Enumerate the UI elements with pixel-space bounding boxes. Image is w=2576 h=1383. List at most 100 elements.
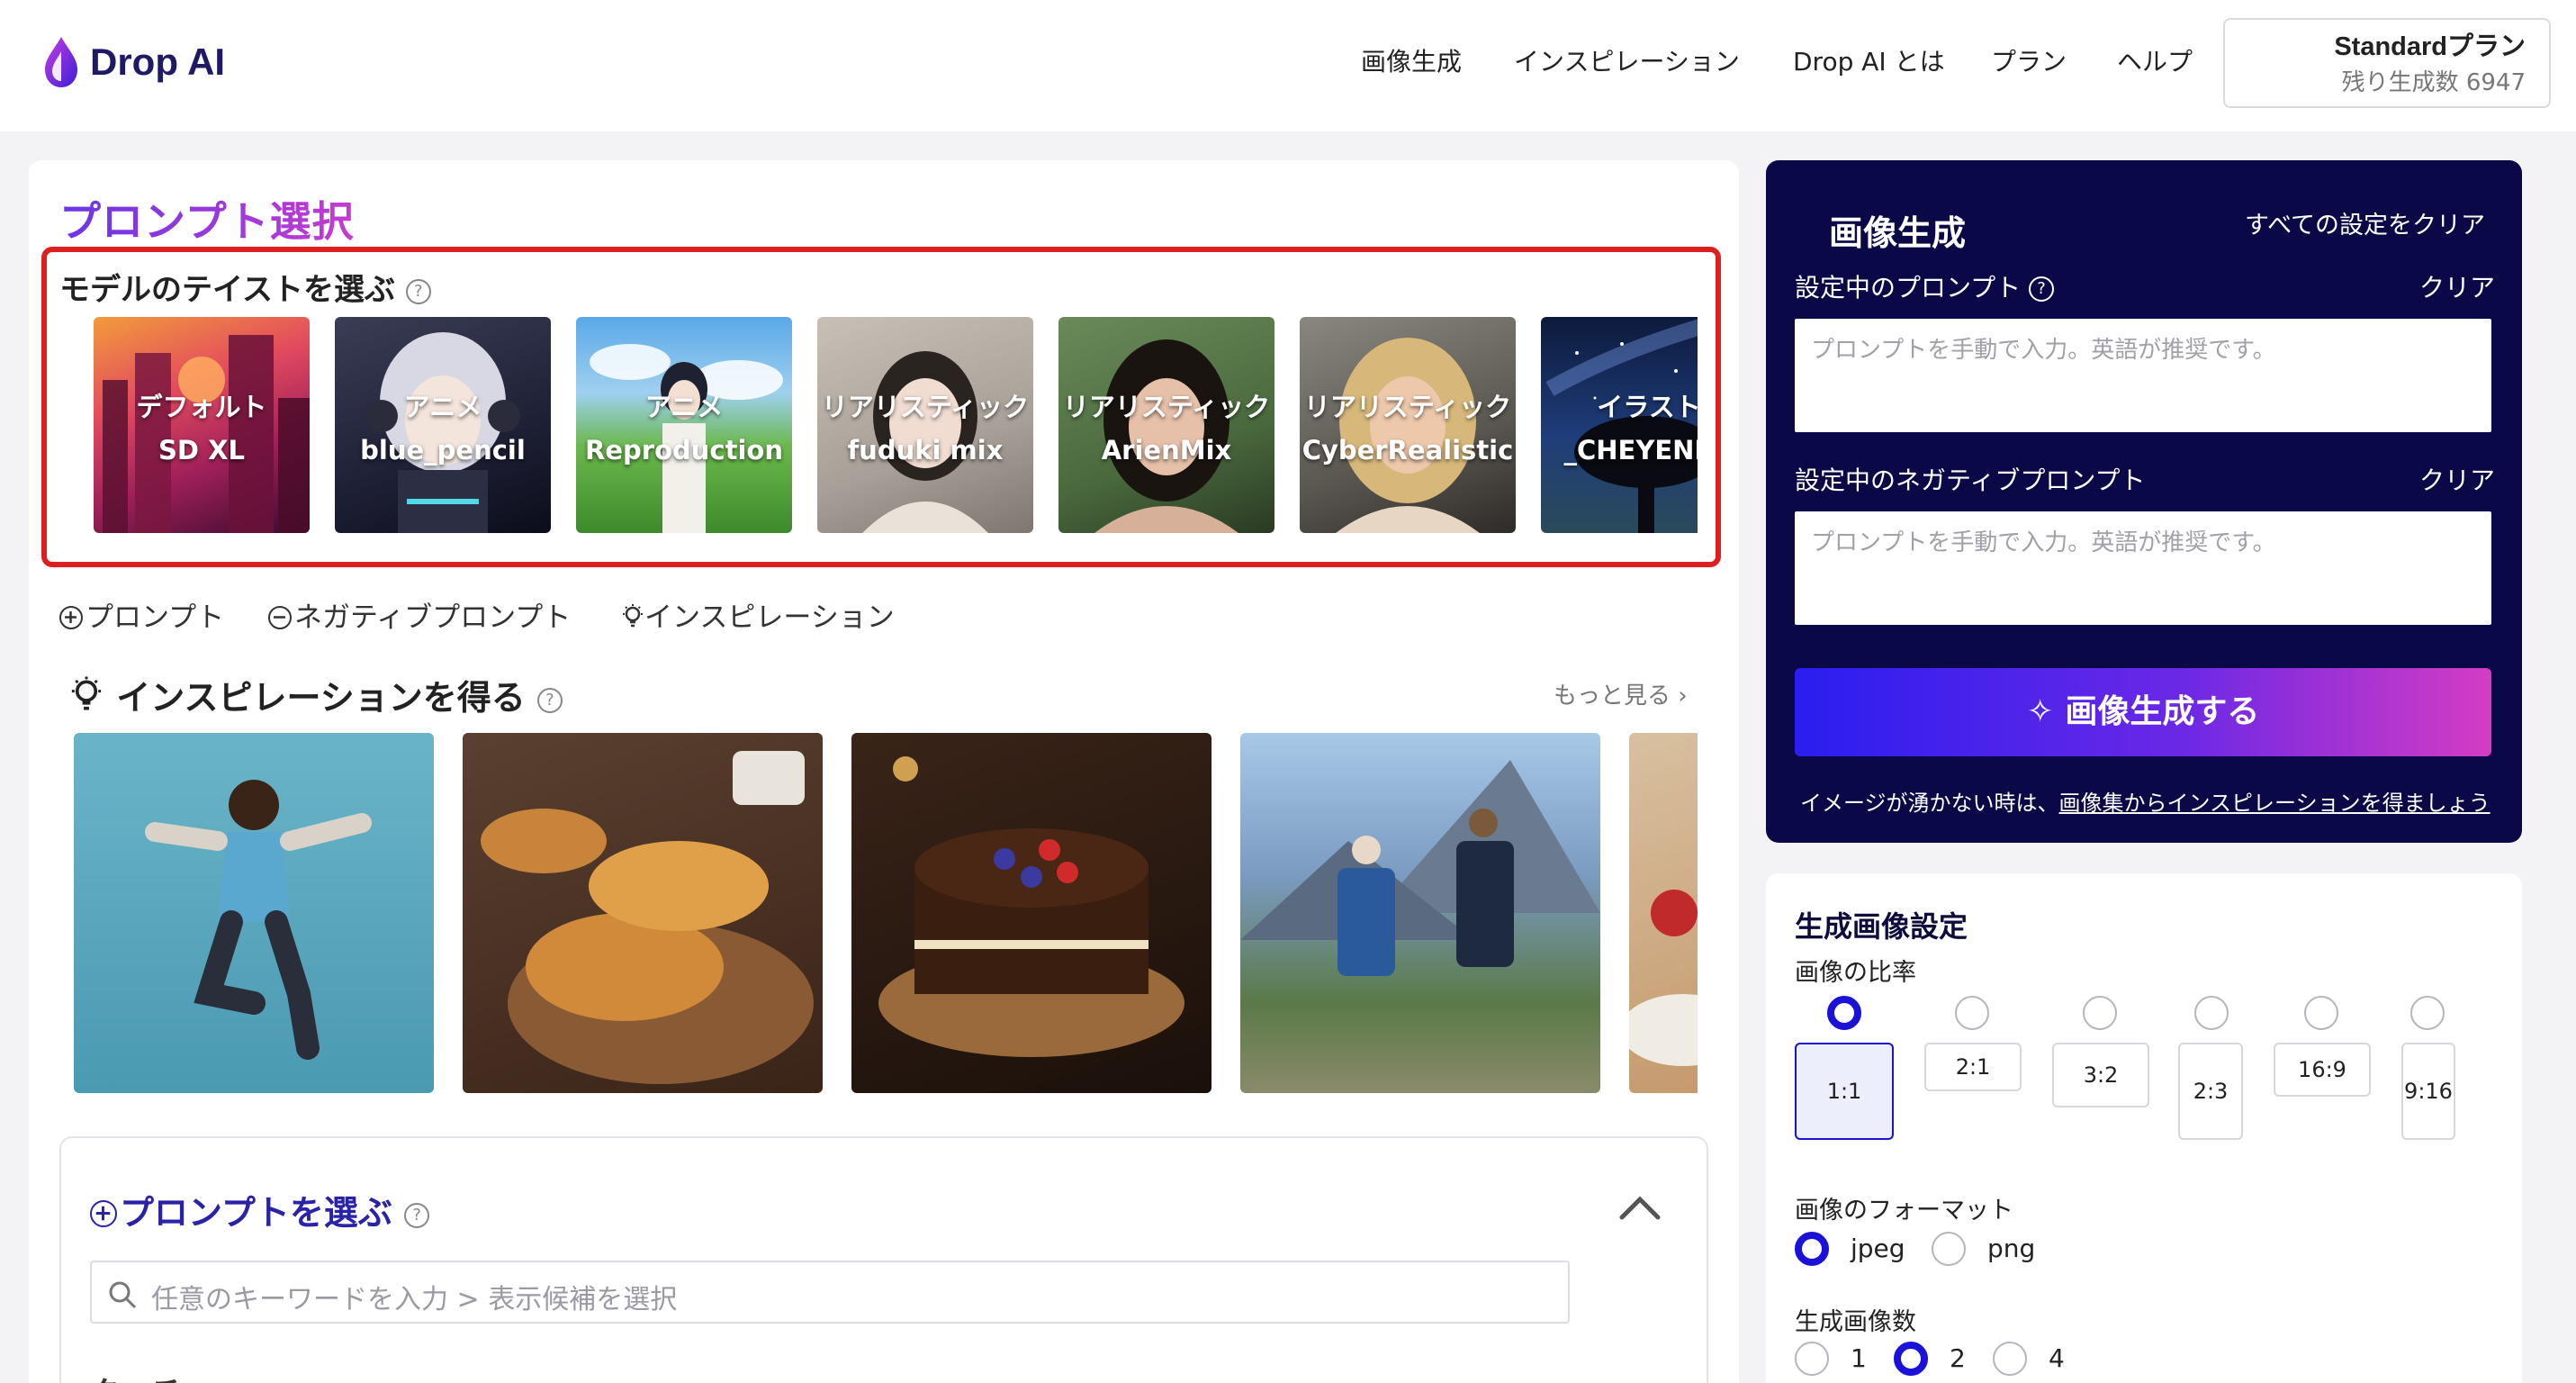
nav-plan[interactable]: プラン [1991,41,2067,83]
search-placeholder: 任意のキーワードを入力 > 表示候補を選択 [151,1284,678,1315]
model-card-sdxl[interactable]: デフォルト SD XL [94,317,310,533]
search-icon [109,1281,137,1309]
inspiration-carousel[interactable] [74,733,1698,1093]
clear-prompt-button[interactable]: クリア [2419,268,2495,304]
model-card-cheyenne[interactable]: イラスト _CHEYENNE [1541,317,1698,533]
model-card-reproduction[interactable]: アニメ Reproduction [576,317,792,533]
plan-remaining-count: 残り生成数 6947 [2341,69,2526,96]
settings-title: 生成画像設定 [1795,909,1968,944]
ratio-option-16-9[interactable]: 16:9 [2274,1043,2371,1097]
model-cheyenne-name: _CHEYENNE [1563,435,1698,466]
nav-about[interactable]: Drop AI とは [1793,41,1945,83]
croissants-photo [481,751,814,1084]
ratio-radio-9-16[interactable] [2410,996,2445,1030]
choose-prompt-heading: プロンプトを選ぶ ? [90,1185,430,1234]
count-option-1[interactable]: 1 [1851,1343,1867,1373]
ratio-option-9-16[interactable]: 9:16 [2401,1043,2455,1140]
inspiration-image-partial[interactable] [1629,733,1698,1093]
model-carousel[interactable]: デフォルト SD XL アニメ blue_pencil アニメ Reproductio… [94,317,1698,533]
ratio-radio-16-9[interactable] [2304,996,2338,1030]
tab-inspiration[interactable]: インスピレーション [621,598,895,637]
model-taste-label: モデルのテイストを選ぶ ? [59,265,431,309]
prompt-section-title: プロンプト選択 [59,189,355,249]
count-option-2[interactable]: 2 [1950,1343,1966,1373]
nav-image-generation[interactable]: 画像生成 [1361,41,1462,83]
nav-inspiration[interactable]: インスピレーション [1514,41,1740,83]
tab-negative-prompt-label: ネガティブプロンプト [294,601,572,634]
model-card-cyberrealistic[interactable]: リアリスティック CyberRealistic [1300,317,1516,533]
inspiration-image-cake[interactable] [851,733,1211,1093]
model-taste-label-text: モデルのテイストを選ぶ [59,272,395,308]
format-label: 画像のフォーマット [1795,1197,2013,1225]
plus-circle-icon [90,1200,117,1227]
current-prompt-label-text: 設定中のプロンプト [1795,273,2022,303]
format-option-jpeg[interactable]: jpeg [1851,1234,1905,1263]
logo[interactable]: Drop AI [41,32,225,92]
ratio-radio-3-2[interactable] [2083,996,2117,1030]
model-card-arienmix[interactable]: リアリスティック ArienMix [1058,317,1274,533]
inspiration-gallery-link[interactable]: 画像集からインスピレーションを得ましょう [2059,791,2490,816]
lightbulb-icon [71,676,102,710]
lightbulb-icon [623,604,643,628]
ratio-option-1-1[interactable]: 1:1 [1795,1043,1894,1140]
format-radio-png[interactable] [1932,1232,1966,1266]
model-reproduction-category: アニメ [644,392,724,422]
ratio-radio-2-3[interactable] [2194,996,2229,1030]
top-header: Drop AI 画像生成 インスピレーション Drop AI とは プラン ヘル… [0,0,2576,131]
prompt-keyword-search-input[interactable]: 任意のキーワードを入力 > 表示候補を選択 [90,1261,1570,1324]
plan-status-button[interactable]: Standardプラン 残り生成数 6947 [2223,18,2551,108]
model-card-blue-pencil[interactable]: アニメ blue_pencil [335,317,551,533]
ratio-radio-1-1[interactable] [1827,996,1861,1030]
tab-prompt[interactable]: プロンプト [59,598,224,637]
count-label: 生成画像数 [1795,1308,1916,1336]
generate-image-button[interactable]: ✧ 画像生成する [1795,668,2491,756]
model-cheyenne-category: イラスト [1597,392,1698,422]
model-cyberrealistic-name: CyberRealistic [1302,435,1514,466]
tab-prompt-label: プロンプト [86,601,225,634]
help-icon[interactable]: ? [404,1202,430,1228]
inspiration-image-croissants[interactable] [463,733,823,1093]
tab-negative-prompt[interactable]: ネガティブプロンプト [268,598,571,637]
model-reproduction-name: Reproduction [585,435,783,466]
ratio-label: 画像の比率 [1795,959,1916,987]
negative-prompt-input[interactable] [1795,511,2491,625]
model-card-fuduki-mix[interactable]: リアリスティック fuduki mix [817,317,1033,533]
model-sdxl-name: SD XL [158,435,245,466]
model-arienmix-name: ArienMix [1101,435,1232,466]
model-blue-pencil-category: アニメ [403,392,482,422]
inspiration-hint: イメージが湧かない時は、画像集からインスピレーションを得ましょう [1800,785,2490,817]
ratio-option-2-1[interactable]: 2:1 [1924,1043,2022,1091]
ratio-radio-2-1[interactable] [1955,996,1989,1030]
count-radio-1[interactable] [1795,1342,1829,1376]
chevron-up-icon[interactable] [1618,1194,1662,1221]
minus-circle-icon [268,606,292,629]
ratio-option-2-3[interactable]: 2:3 [2178,1043,2243,1140]
help-icon[interactable]: ? [2029,276,2055,302]
model-fuduki-category: リアリスティック [821,392,1030,422]
count-option-4[interactable]: 4 [2049,1343,2065,1373]
hint-prefix: イメージが湧かない時は、 [1800,791,2059,816]
jumping-man-photo [145,780,372,1060]
help-icon[interactable]: ? [536,687,563,713]
prompt-input[interactable] [1795,319,2491,432]
count-radio-2[interactable] [1894,1342,1928,1376]
inspiration-image-hikers[interactable] [1240,733,1600,1093]
count-radio-4[interactable] [1993,1342,2027,1376]
format-option-png[interactable]: png [1987,1234,2035,1263]
inspiration-image-jumping-man[interactable] [74,733,434,1093]
tab-inspiration-label: インスピレーション [644,601,895,634]
format-radio-jpeg[interactable] [1795,1232,1829,1266]
clear-negative-prompt-button[interactable]: クリア [2419,461,2495,497]
negative-prompt-label: 設定中のネガティブプロンプト [1795,466,2146,495]
help-icon[interactable]: ? [405,278,431,304]
cake-photo [878,756,1184,1057]
ratio-option-3-2[interactable]: 3:2 [2052,1043,2149,1107]
food-photo [1629,890,1698,1066]
plan-name: Standardプラン [2334,32,2526,61]
inspiration-heading: インスピレーションを得る ? [68,670,563,719]
more-link[interactable]: もっと見る › [1554,677,1688,710]
nav-help[interactable]: ヘルプ [2117,41,2193,83]
partial-category-label: タッチ [90,1369,182,1383]
inspiration-heading-text: インスピレーションを得る [116,678,526,718]
clear-all-settings-button[interactable]: すべての設定をクリア [2245,205,2485,240]
